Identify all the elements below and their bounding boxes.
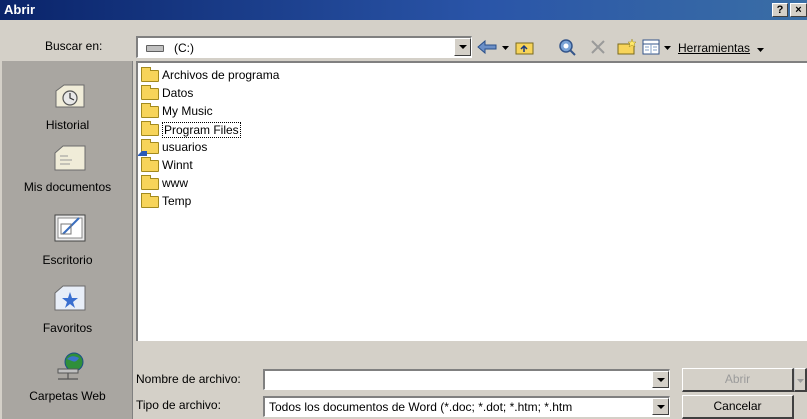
chevron-down-icon [757,48,765,52]
filename-dropdown-button[interactable] [652,371,669,388]
folder-icon [141,103,159,118]
look-in-dropdown-button[interactable] [454,38,471,56]
history-icon [55,84,85,108]
favorites-icon [54,285,86,311]
delete-icon[interactable] [588,38,608,56]
filename-field[interactable] [263,369,670,390]
back-dropdown-icon[interactable] [502,46,509,50]
place-label: Historial [45,118,90,132]
folder-icon [141,121,159,136]
help-button[interactable]: ? [772,3,788,17]
place-label: Mis documentos [23,180,112,194]
back-arrow-icon[interactable] [476,38,498,56]
folder-icon [141,157,159,172]
chevron-down-icon [459,45,467,49]
title-bar[interactable]: Abrir ? × [0,0,807,20]
filetype-select[interactable]: Todos los documentos de Word (*.doc; *.d… [263,396,670,417]
my-documents-icon [54,145,86,171]
file-name: Datos [162,86,194,100]
tools-menu-button[interactable]: Herramientas [678,41,788,59]
place-web-folders[interactable]: Carpetas Web [2,351,133,417]
file-name: Program Files [162,122,241,138]
place-desktop[interactable]: Escritorio [2,206,133,267]
place-favorites[interactable]: Favoritos [2,275,133,335]
place-my-documents[interactable]: Mis documentos [2,137,133,197]
look-in-value: (C:) [174,41,194,55]
folder-icon [141,85,159,100]
place-label: Escritorio [42,253,93,267]
filetype-dropdown-button[interactable] [652,398,669,415]
tools-menu-label: Herramientas [678,41,751,55]
filetype-value: Todos los documentos de Word (*.doc; *.d… [269,400,573,414]
folder-icon [141,67,159,82]
chevron-down-icon [796,379,804,383]
file-name: My Music [162,104,213,118]
filetype-label: Tipo de archivo: [136,398,221,412]
share-hand-icon [138,151,147,156]
desktop-icon [54,214,86,242]
file-name: www [162,176,188,190]
close-button[interactable]: × [790,3,807,17]
cancel-button[interactable]: Cancelar [682,395,794,419]
open-options-button[interactable] [794,368,807,392]
place-label: Favoritos [42,321,93,335]
file-list[interactable]: Archivos de programa Datos My Music Prog… [136,61,807,341]
folder-icon [141,193,159,208]
file-name: Temp [162,194,192,208]
window-title: Abrir [4,2,36,17]
look-in-combo[interactable]: (C:) [136,36,472,58]
place-label: Carpetas Web [29,389,106,403]
search-web-icon[interactable] [556,38,578,56]
file-name: usuarios [162,140,208,154]
new-folder-icon[interactable] [616,38,638,56]
open-dialog: Abrir ? × Buscar en: (C:) Herramientas H… [0,0,807,419]
place-history[interactable]: Historial [2,75,133,135]
views-icon[interactable] [642,38,672,56]
drive-icon [146,45,164,52]
places-bar: Historial Mis documentos Escritorio Favo… [2,61,133,419]
chevron-down-icon [657,405,665,409]
folder-icon [141,175,159,190]
web-folders-icon [57,352,84,380]
open-button[interactable]: Abrir [682,368,794,392]
chevron-down-icon [657,378,665,382]
file-name: Archivos de programa [162,68,280,82]
up-one-level-icon[interactable] [514,38,536,56]
filename-label: Nombre de archivo: [136,372,241,386]
look-in-label: Buscar en: [45,39,103,53]
file-name: Winnt [162,158,193,172]
